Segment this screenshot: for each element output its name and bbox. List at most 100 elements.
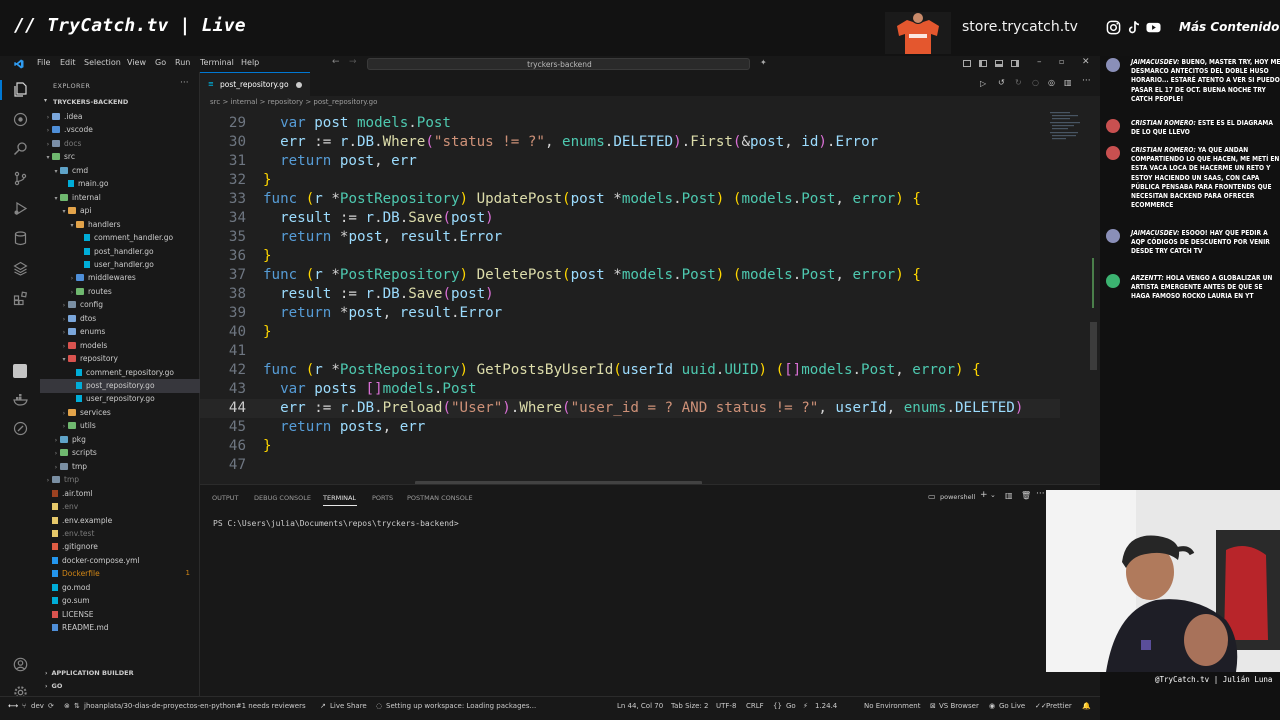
tree-file[interactable]: .air.toml: [40, 487, 200, 501]
tab-post-repository[interactable]: ≡ post_repository.go: [200, 72, 310, 96]
panel-more-icon[interactable]: ···: [1036, 489, 1045, 499]
split-editor-icon[interactable]: ▥: [1064, 78, 1072, 87]
tree-file[interactable]: .env.example: [40, 514, 200, 528]
remote-icon[interactable]: ⟷: [8, 702, 18, 710]
layers-icon[interactable]: [13, 261, 28, 276]
compare-icon[interactable]: ◎: [1048, 78, 1055, 87]
tree-folder[interactable]: › services: [40, 406, 200, 420]
panel-tab-debug-console[interactable]: DEBUG CONSOLE: [254, 494, 311, 502]
code-editor[interactable]: 29 var post models.Post 30 err := r.DB.Wh…: [200, 108, 1100, 484]
tree-folder[interactable]: ▾ repository: [40, 352, 200, 366]
breadcrumb[interactable]: src > internal > repository > post_repos…: [210, 98, 377, 106]
code-line[interactable]: 46}: [200, 437, 1060, 456]
tree-folder[interactable]: ▾ api: [40, 204, 200, 218]
tree-folder[interactable]: ▾ cmd: [40, 164, 200, 178]
back-arrow-icon[interactable]: ←: [332, 57, 340, 67]
toggle-secondary-sidebar-icon[interactable]: [1011, 60, 1019, 67]
code-line[interactable]: 29 var post models.Post: [200, 114, 1060, 133]
tree-folder[interactable]: › routes: [40, 285, 200, 299]
menu-run[interactable]: Run: [175, 58, 190, 67]
forward-disabled-icon[interactable]: ↻: [1015, 78, 1022, 87]
tree-file[interactable]: main.go: [40, 177, 200, 191]
code-line[interactable]: 39 return *post, result.Error: [200, 304, 1060, 323]
error-icon[interactable]: ⊗: [64, 702, 70, 710]
editor-more-icon[interactable]: ···: [1082, 76, 1091, 86]
encoding[interactable]: UTF-8: [716, 702, 736, 710]
code-line[interactable]: 34 result := r.DB.Save(post): [200, 209, 1060, 228]
tree-file[interactable]: post_repository.go: [40, 379, 200, 393]
menu-selection[interactable]: Selection: [84, 58, 121, 67]
minimap[interactable]: [1048, 108, 1094, 484]
tree-folder[interactable]: › utils: [40, 419, 200, 433]
chevron-down-icon[interactable]: ⌄: [990, 491, 996, 499]
account-icon[interactable]: [13, 657, 28, 672]
search-icon[interactable]: [13, 141, 28, 156]
vertical-scrollbar-thumb[interactable]: [1090, 322, 1097, 370]
code-line[interactable]: 45 return posts, err: [200, 418, 1060, 437]
terminal-prompt[interactable]: PS C:\Users\julia\Documents\repos\trycke…: [213, 519, 459, 528]
code-line[interactable]: 35 return *post, result.Error: [200, 228, 1060, 247]
menu-help[interactable]: Help: [241, 58, 259, 67]
application-builder-section[interactable]: › APPLICATION BUILDER: [40, 667, 200, 679]
code-line[interactable]: 32}: [200, 171, 1060, 190]
notifications-icon[interactable]: 🔔: [1082, 702, 1091, 710]
explorer-icon[interactable]: [13, 82, 28, 97]
terminal-shell-label[interactable]: powershell: [940, 493, 975, 501]
go-live[interactable]: Go Live: [999, 702, 1025, 710]
language-mode[interactable]: Go: [786, 702, 796, 710]
code-line[interactable]: 42 func (r *PostRepository) GetPostsByUse…: [200, 361, 1060, 380]
unsaved-dot-icon[interactable]: [296, 82, 302, 88]
tree-file[interactable]: README.md: [40, 621, 200, 635]
postman-icon[interactable]: [13, 421, 28, 436]
pull-request-status[interactable]: jhoanplata/30-dias-de-proyectos-en-pytho…: [84, 702, 306, 710]
panel-tab-ports[interactable]: PORTS: [372, 494, 393, 502]
environment[interactable]: No Environment: [864, 702, 920, 710]
prettier[interactable]: Prettier: [1046, 702, 1072, 710]
menu-file[interactable]: File: [37, 58, 50, 67]
maximize-icon[interactable]: ▫: [1059, 57, 1064, 66]
cursor-position[interactable]: Ln 44, Col 70: [617, 702, 663, 710]
workspace-status[interactable]: Setting up workspace: Loading packages..…: [386, 702, 536, 710]
tree-file[interactable]: LICENSE: [40, 608, 200, 622]
code-line[interactable]: 31 return post, err: [200, 152, 1060, 171]
forward-arrow-icon[interactable]: →: [349, 57, 357, 67]
tree-folder[interactable]: › docs: [40, 137, 200, 151]
split-terminal-icon[interactable]: ▥: [1005, 491, 1013, 500]
vs-browser[interactable]: VS Browser: [939, 702, 979, 710]
extensions-icon[interactable]: [13, 291, 28, 306]
chrome-icon[interactable]: [13, 112, 28, 127]
tree-file[interactable]: user_handler.go: [40, 258, 200, 272]
toggle-sidebar-icon[interactable]: [979, 60, 987, 67]
menu-edit[interactable]: Edit: [60, 58, 76, 67]
code-line[interactable]: 37 func (r *PostRepository) DeletePost(po…: [200, 266, 1060, 285]
code-line[interactable]: 43 var posts []models.Post: [200, 380, 1060, 399]
menu-view[interactable]: View: [127, 58, 146, 67]
minimize-icon[interactable]: –: [1037, 57, 1042, 67]
close-icon[interactable]: ✕: [1082, 57, 1090, 67]
tree-file[interactable]: docker-compose.yml: [40, 554, 200, 568]
tree-file[interactable]: .env.test: [40, 527, 200, 541]
code-line[interactable]: 38 result := r.DB.Save(post): [200, 285, 1060, 304]
code-line[interactable]: 41: [200, 342, 1060, 361]
tree-file[interactable]: post_handler.go: [40, 245, 200, 259]
more-actions-icon[interactable]: ···: [180, 78, 189, 88]
tree-folder[interactable]: › scripts: [40, 446, 200, 460]
layout-icon[interactable]: [963, 60, 971, 67]
tree-folder[interactable]: › config: [40, 298, 200, 312]
tree-file[interactable]: comment_handler.go: [40, 231, 200, 245]
panel-tab-output[interactable]: OUTPUT: [212, 494, 239, 502]
tree-file[interactable]: comment_repository.go: [40, 366, 200, 380]
database-icon[interactable]: [13, 231, 28, 246]
tree-file[interactable]: go.sum: [40, 594, 200, 608]
tree-folder[interactable]: › tmp: [40, 473, 200, 487]
tab-size[interactable]: Tab Size: 2: [671, 702, 708, 710]
tree-folder[interactable]: › .idea: [40, 110, 200, 124]
square-extension-icon[interactable]: [13, 364, 27, 378]
tree-folder[interactable]: ▾ internal: [40, 191, 200, 205]
command-center[interactable]: tryckers-backend: [367, 58, 750, 70]
run-icon[interactable]: ▷: [980, 79, 986, 88]
go-section[interactable]: › GO: [40, 680, 200, 692]
new-terminal-icon[interactable]: +: [980, 490, 988, 500]
tree-file[interactable]: user_repository.go: [40, 392, 200, 406]
tree-folder[interactable]: ▾ src: [40, 150, 200, 164]
